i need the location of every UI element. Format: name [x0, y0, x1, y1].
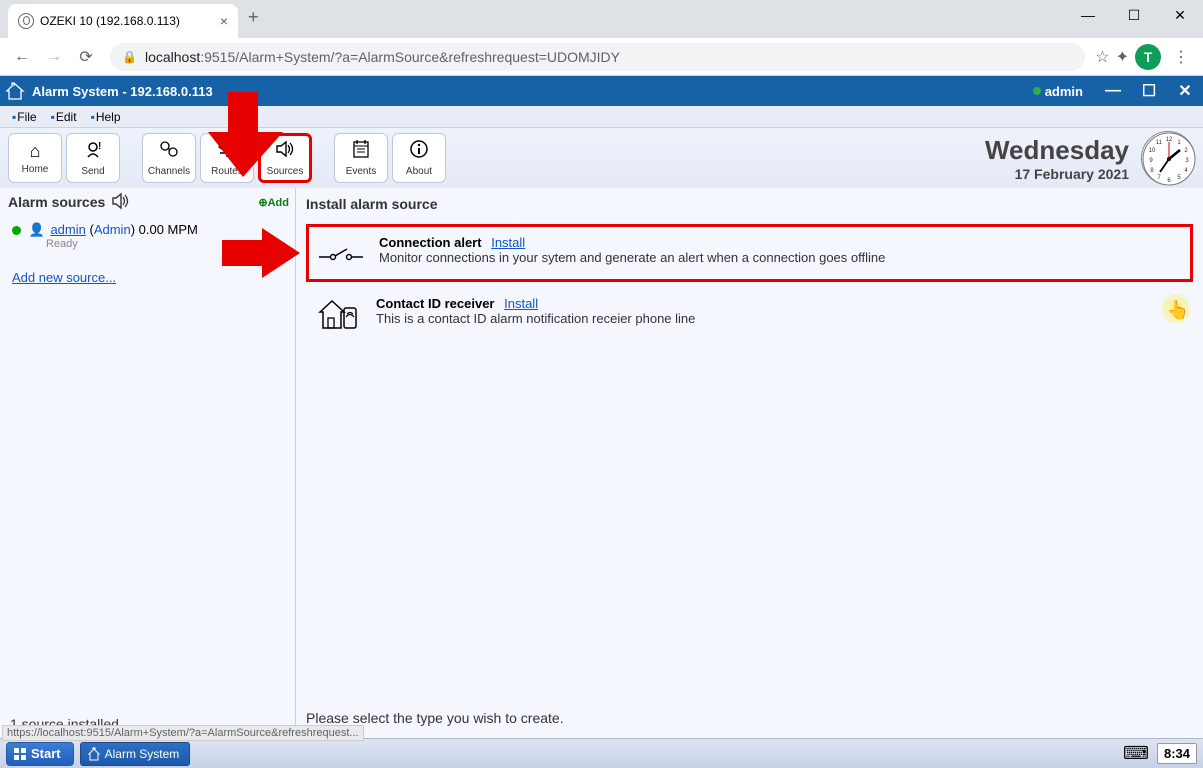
right-panel: Install alarm source Connection alert In…	[296, 188, 1203, 738]
address-bar[interactable]: 🔒 localhost:9515/Alarm+System/?a=AlarmSo…	[110, 43, 1085, 71]
send-icon: !	[82, 139, 104, 164]
app-close-button[interactable]: ✕	[1167, 76, 1203, 106]
reload-button[interactable]: ⟳	[72, 43, 100, 71]
install-link[interactable]: Install	[491, 235, 525, 250]
app-user-label[interactable]: admin	[1045, 84, 1083, 99]
install-item-title: Contact ID receiver	[376, 296, 495, 311]
globe-icon	[18, 13, 34, 29]
info-icon	[409, 139, 429, 164]
install-header: Install alarm source	[306, 194, 1193, 214]
browser-status-url: https://localhost:9515/Alarm+System/?a=A…	[2, 725, 364, 741]
tab-close-icon[interactable]: ×	[220, 13, 228, 29]
keyboard-icon[interactable]: ⌨	[1123, 743, 1149, 764]
menu-bar: ▪File ▪Edit ▪Help	[0, 106, 1203, 128]
toolbar-events-button[interactable]: Events	[334, 133, 388, 183]
source-user-link[interactable]: admin	[50, 222, 85, 237]
analog-clock: 12369 12 45 78 1011	[1141, 131, 1195, 185]
browser-tab[interactable]: OZEKI 10 (192.168.0.113) ×	[8, 4, 238, 38]
app-titlebar: Alarm System - 192.168.0.113 admin — ☐ ✕	[0, 76, 1203, 106]
install-link[interactable]: Install	[504, 296, 538, 311]
install-contact-id-receiver[interactable]: Contact ID receiver Install This is a co…	[306, 288, 1193, 340]
alarm-system-icon	[4, 81, 26, 101]
source-mpm: 0.00 MPM	[139, 222, 198, 237]
toolbar-channels-button[interactable]: Channels	[142, 133, 196, 183]
status-dot-icon	[12, 226, 21, 235]
app-maximize-button[interactable]: ☐	[1131, 76, 1167, 106]
taskbar: Start Alarm System ⌨ 8:34	[0, 738, 1203, 768]
new-tab-button[interactable]: +	[248, 7, 259, 28]
install-item-desc: Monitor connections in your sytem and ge…	[379, 250, 885, 265]
browser-toolbar: ← → ⟳ 🔒 localhost:9515/Alarm+System/?a=A…	[0, 38, 1203, 76]
right-panel-footer: Please select the type you wish to creat…	[306, 704, 1193, 732]
url-path: :9515/Alarm+System/?a=AlarmSource&refres…	[200, 49, 620, 65]
house-receiver-icon	[314, 296, 362, 332]
switch-icon	[317, 235, 365, 271]
person-icon: 👤	[29, 222, 45, 237]
back-button[interactable]: ←	[8, 43, 36, 71]
calendar-icon	[351, 139, 371, 164]
profile-avatar[interactable]: T	[1135, 44, 1161, 70]
svg-text:11: 11	[1156, 140, 1163, 146]
toolbar-about-button[interactable]: About	[392, 133, 446, 183]
start-button[interactable]: Start	[6, 742, 74, 766]
lock-icon: 🔒	[122, 50, 137, 64]
extensions-icon[interactable]: ✦	[1116, 47, 1129, 67]
url-host: localhost	[145, 49, 200, 65]
day-name: Wednesday	[985, 135, 1129, 166]
add-source-link[interactable]: ⊕Add	[258, 196, 289, 209]
bookmark-star-icon[interactable]: ☆	[1095, 47, 1109, 67]
app-minimize-button[interactable]: —	[1095, 76, 1131, 106]
window-close-button[interactable]: ✕	[1157, 0, 1203, 30]
browser-menu-button[interactable]: ⋮	[1167, 43, 1195, 71]
browser-tab-strip: OZEKI 10 (192.168.0.113) × + — ☐ ✕	[0, 0, 1203, 38]
source-role: Admin	[94, 222, 131, 237]
toolbar-send-button[interactable]: ! Send	[66, 133, 120, 183]
svg-text:10: 10	[1149, 148, 1156, 154]
toolbar-home-button[interactable]: ⌂ Home	[8, 133, 62, 183]
channels-icon	[158, 139, 180, 164]
main-content: Alarm sources ⊕Add 👤 admin (Admin) 0.00 …	[0, 188, 1203, 738]
annotation-arrow-1	[208, 92, 288, 182]
install-connection-alert[interactable]: Connection alert Install Monitor connect…	[306, 224, 1193, 282]
cursor-hand-icon: 👆	[1167, 300, 1189, 321]
annotation-arrow-2	[222, 228, 302, 278]
menu-help[interactable]: ▪Help	[85, 108, 127, 126]
tab-title: OZEKI 10 (192.168.0.113)	[40, 14, 180, 28]
window-maximize-button[interactable]: ☐	[1111, 0, 1157, 30]
window-minimize-button[interactable]: —	[1065, 0, 1111, 30]
svg-text:!: !	[98, 141, 101, 152]
install-item-desc: This is a contact ID alarm notification …	[376, 311, 695, 326]
forward-button[interactable]: →	[40, 43, 68, 71]
menu-edit[interactable]: ▪Edit	[45, 108, 83, 126]
taskbar-clock[interactable]: 8:34	[1157, 743, 1197, 764]
home-icon: ⌂	[30, 141, 41, 162]
menu-file[interactable]: ▪File	[6, 108, 43, 126]
speaker-icon	[111, 192, 133, 213]
taskbar-app-button[interactable]: Alarm System	[80, 742, 191, 766]
left-panel-header: Alarm sources ⊕Add	[0, 188, 295, 216]
date-string: 17 February 2021	[985, 166, 1129, 182]
datetime-display: Wednesday 17 February 2021	[985, 135, 1129, 182]
status-online-icon	[1033, 87, 1041, 95]
install-item-title: Connection alert	[379, 235, 482, 250]
app-title: Alarm System - 192.168.0.113	[32, 84, 213, 99]
icon-toolbar: ⌂ Home ! Send Channels Routes Sources Ev…	[0, 128, 1203, 188]
